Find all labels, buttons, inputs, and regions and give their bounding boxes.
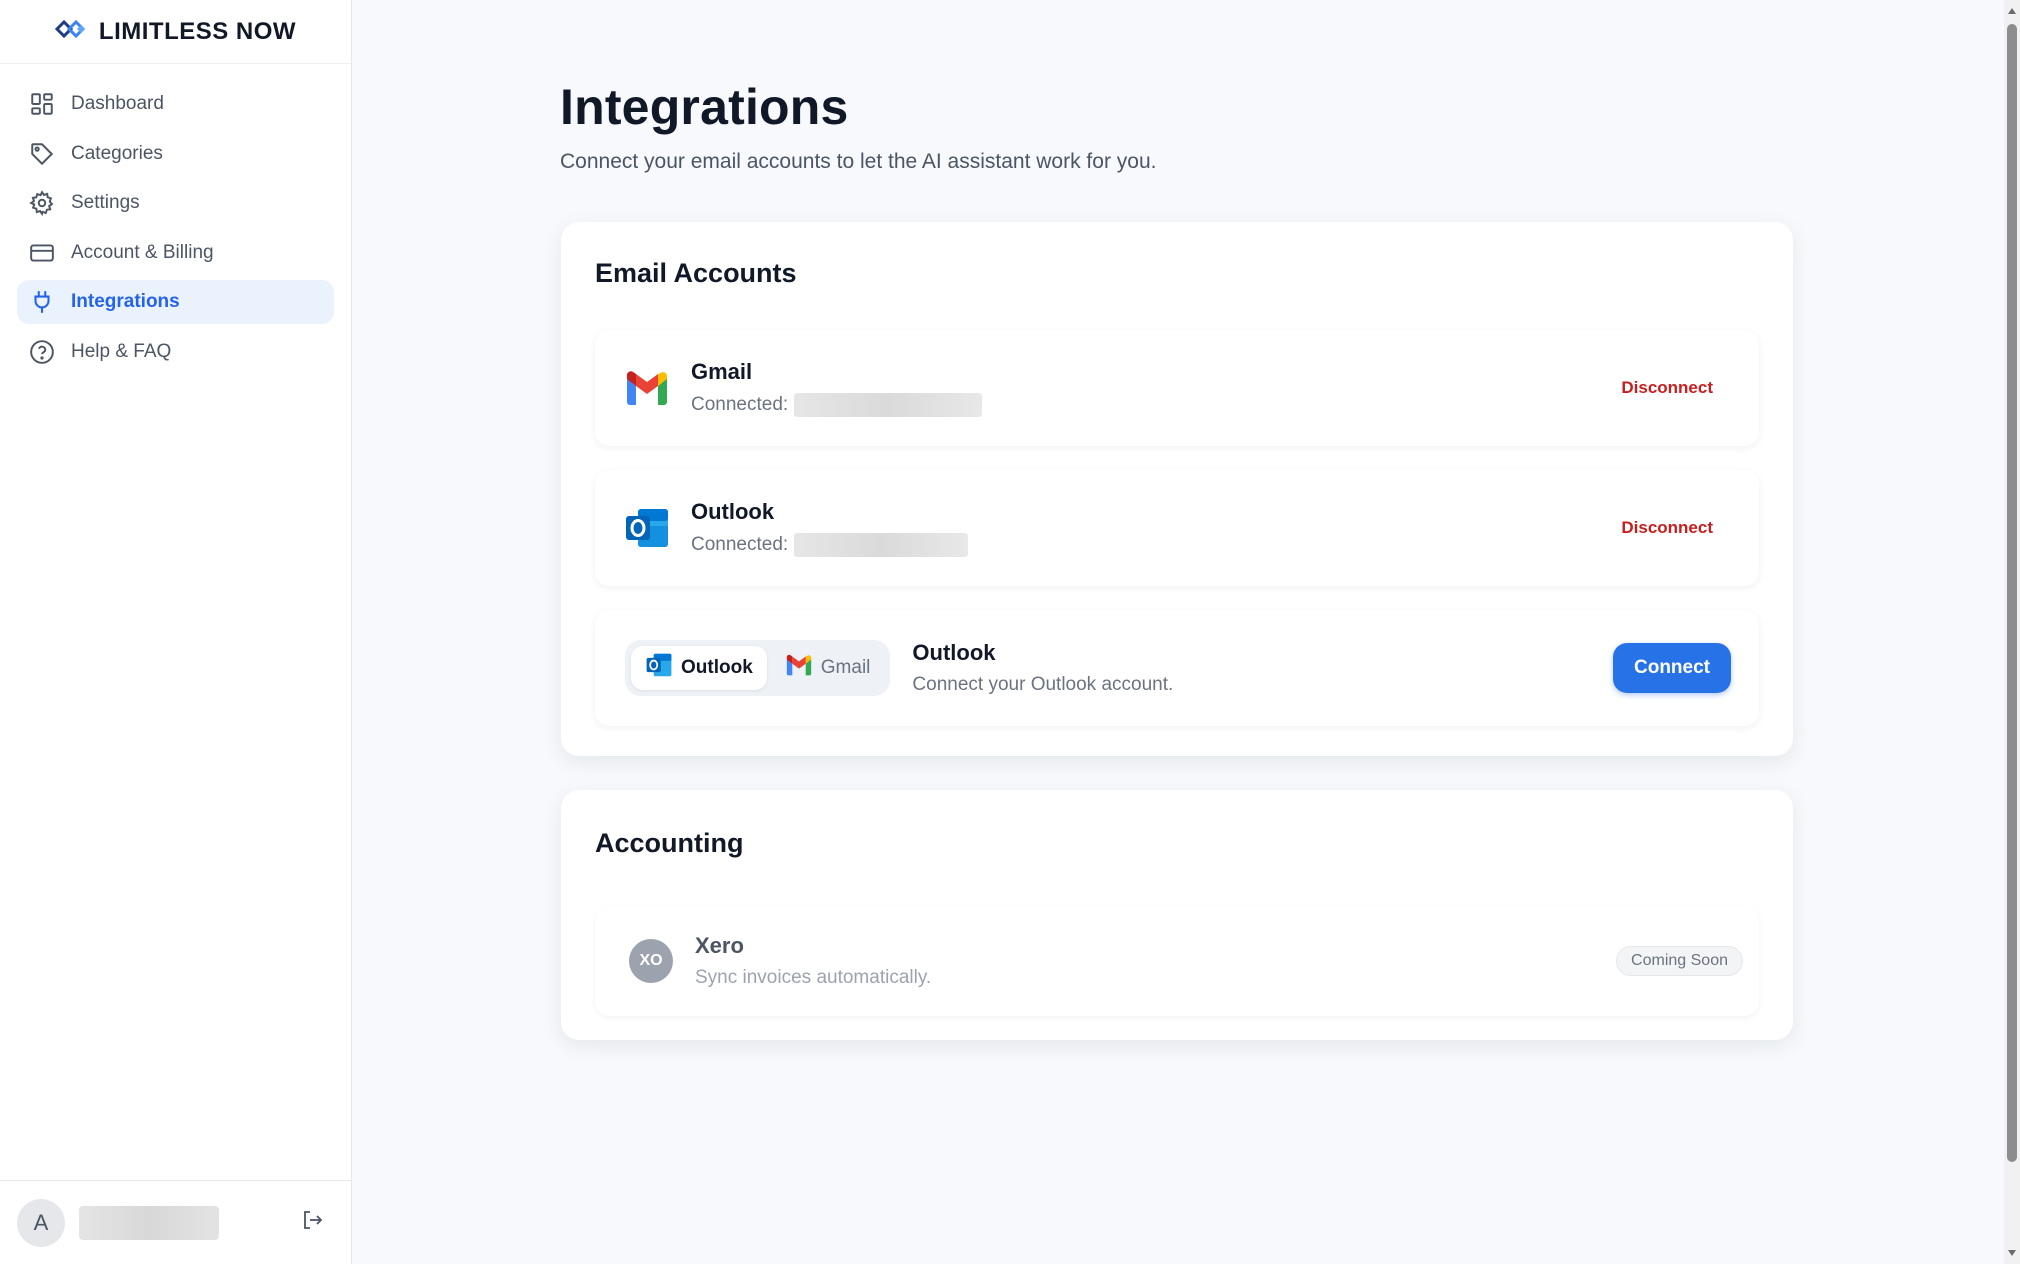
gmail-info: Gmail Connected:	[691, 359, 983, 417]
gmail-name: Gmail	[691, 359, 753, 384]
sidebar-nav: Dashboard Categories Settings Account & …	[0, 64, 351, 374]
coming-soon-badge: Coming Soon	[1616, 946, 1743, 976]
sidebar-item-help-faq[interactable]: Help & FAQ	[17, 330, 334, 374]
sidebar-item-label: Integrations	[71, 291, 180, 312]
gmail-logo-icon	[623, 364, 671, 412]
scroll-down-arrow-icon[interactable]	[2007, 1248, 2017, 1258]
help-circle-icon	[30, 339, 54, 364]
page-title: Integrations	[560, 79, 849, 135]
email-accounts-card: Email Accounts Gmail Connected: Disconne…	[561, 222, 1793, 756]
outlook-disconnect-button[interactable]: Disconnect	[1621, 518, 1713, 538]
outlook-connection-row: Outlook Connected: Disconnect	[595, 470, 1759, 586]
avatar[interactable]: A	[17, 1198, 65, 1247]
gmail-email-redacted	[794, 393, 983, 417]
xero-name: Xero	[695, 933, 744, 958]
brand[interactable]: LIMITLESS NOW	[0, 0, 351, 64]
sidebar-item-account-billing[interactable]: Account & Billing	[17, 231, 334, 275]
outlook-status: Connected:	[691, 533, 969, 557]
toggle-gmail-label: Gmail	[820, 657, 871, 678]
sidebar-item-label: Dashboard	[71, 93, 164, 114]
sidebar-item-label: Categories	[71, 142, 163, 164]
gmail-status: Connected:	[691, 393, 983, 417]
gear-icon	[29, 190, 54, 216]
add-account-row: Outlook Gmail Outlook Connect your Outlo…	[595, 610, 1759, 726]
toggle-gmail-button[interactable]: Gmail	[771, 646, 885, 690]
scroll-up-arrow-icon[interactable]	[2007, 6, 2017, 16]
xero-logo-icon: XO	[629, 939, 673, 983]
toggle-outlook-label: Outlook	[681, 657, 753, 678]
outlook-logo-icon	[623, 504, 671, 552]
sidebar-item-label: Account & Billing	[71, 241, 214, 263]
accounting-title: Accounting	[595, 828, 744, 858]
brand-logo-icon	[54, 18, 89, 45]
sidebar-item-categories[interactable]: Categories	[17, 132, 334, 176]
toggle-outlook-button[interactable]: Outlook	[631, 646, 767, 690]
outlook-name: Outlook	[691, 499, 775, 524]
xero-info: Xero Sync invoices automatically.	[695, 933, 931, 989]
brand-name: LIMITLESS NOW	[98, 17, 297, 45]
page-subtitle: Connect your email accounts to let the A…	[560, 150, 1157, 173]
credit-card-icon	[30, 243, 54, 262]
gmail-small-icon	[785, 654, 813, 682]
email-accounts-title: Email Accounts	[595, 258, 797, 288]
main-content: Integrations Connect your email accounts…	[352, 0, 2020, 1264]
add-account-name: Outlook	[912, 640, 996, 665]
connect-button[interactable]: Connect	[1613, 643, 1731, 693]
outlook-email-redacted	[794, 533, 969, 557]
plug-icon	[34, 291, 50, 313]
dashboard-grid-icon	[31, 93, 53, 115]
logout-icon[interactable]	[300, 1208, 324, 1237]
provider-toggle: Outlook Gmail	[625, 640, 891, 696]
tag-icon	[31, 142, 54, 165]
sidebar-item-dashboard[interactable]: Dashboard	[17, 82, 334, 126]
outlook-small-icon	[645, 652, 673, 684]
accounting-card: Accounting XO Xero Sync invoices automat…	[561, 790, 1793, 1040]
user-name-redacted	[79, 1205, 219, 1240]
xero-row: XO Xero Sync invoices automatically. Com…	[595, 906, 1759, 1016]
gmail-disconnect-button[interactable]: Disconnect	[1621, 378, 1713, 398]
sidebar-item-settings[interactable]: Settings	[17, 181, 334, 225]
xero-description: Sync invoices automatically.	[695, 967, 932, 988]
sidebar-item-label: Settings	[71, 192, 140, 213]
add-account-description: Connect your Outlook account.	[912, 674, 1174, 695]
outlook-status-label: Connected:	[691, 534, 789, 555]
sidebar-item-label: Help & FAQ	[71, 340, 172, 362]
sidebar: LIMITLESS NOW Dashboard Categories Setti…	[0, 0, 352, 1264]
page-header: Integrations Connect your email accounts…	[560, 78, 1156, 174]
add-account-info: Outlook Connect your Outlook account.	[912, 640, 1173, 696]
gmail-status-label: Connected:	[691, 394, 789, 415]
outlook-info: Outlook Connected:	[691, 499, 969, 557]
gmail-connection-row: Gmail Connected: Disconnect	[595, 330, 1759, 446]
scrollbar-thumb[interactable]	[2007, 24, 2017, 1162]
scrollbar[interactable]	[2004, 0, 2020, 1264]
user-panel: A	[0, 1180, 351, 1264]
app-window: LIMITLESS NOW Dashboard Categories Setti…	[0, 0, 2020, 1264]
sidebar-item-integrations[interactable]: Integrations	[17, 280, 334, 324]
